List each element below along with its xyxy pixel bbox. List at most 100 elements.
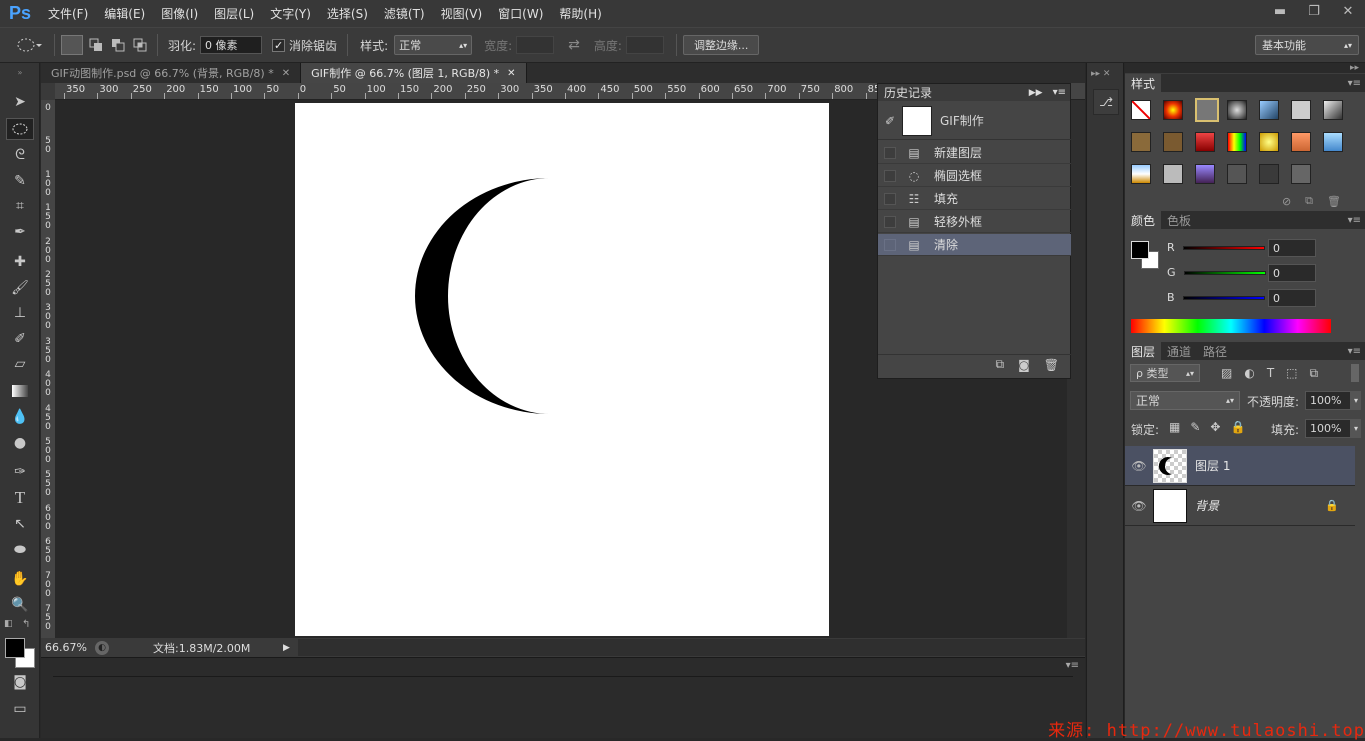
red-value[interactable]: 0 bbox=[1268, 239, 1316, 257]
move-tool-icon[interactable]: ➤ bbox=[6, 91, 34, 113]
menu-help[interactable]: 帮助(H) bbox=[551, 5, 609, 22]
blend-mode-select[interactable]: 正常 ▴▾ bbox=[1130, 391, 1240, 410]
pen-tool-icon[interactable]: ✑ bbox=[6, 461, 34, 483]
smart-object-filter-icon[interactable]: ⧉ bbox=[1310, 366, 1319, 381]
green-value[interactable]: 0 bbox=[1268, 264, 1316, 282]
history-panel-icon[interactable]: ⎇ bbox=[1093, 89, 1119, 115]
history-checkbox[interactable] bbox=[884, 192, 896, 205]
lasso-tool-icon[interactable]: ᘓ bbox=[6, 144, 34, 166]
status-arrow-icon[interactable]: ▶ bbox=[283, 643, 290, 653]
hand-tool-icon[interactable]: ✋ bbox=[6, 568, 34, 590]
panel-menu-icon[interactable]: ▾≡ bbox=[1348, 215, 1361, 226]
eraser-tool-icon[interactable]: ▱ bbox=[6, 353, 34, 375]
screen-mode-icon[interactable]: ▭ bbox=[6, 698, 34, 720]
menu-type[interactable]: 文字(Y) bbox=[262, 5, 319, 22]
blur-tool-icon[interactable]: 💧 bbox=[6, 406, 34, 428]
new-selection-icon[interactable] bbox=[61, 35, 83, 55]
new-document-from-state-icon[interactable]: ⧉ bbox=[996, 357, 1005, 372]
new-style-icon[interactable]: ⧉ bbox=[1305, 194, 1313, 208]
close-icon[interactable]: ✕ bbox=[1331, 0, 1365, 22]
history-brush-source-icon[interactable]: ✐ bbox=[878, 114, 902, 128]
history-checkbox[interactable] bbox=[884, 146, 896, 159]
style-swatch[interactable] bbox=[1291, 132, 1311, 152]
blue-value[interactable]: 0 bbox=[1268, 289, 1316, 307]
style-swatch[interactable] bbox=[1291, 164, 1311, 184]
close-icon[interactable]: ✕ bbox=[507, 68, 515, 79]
doc-tab-active[interactable]: GIF制作 @ 66.7% (图层 1, RGB/8) * ✕ bbox=[301, 63, 527, 83]
width-input[interactable] bbox=[516, 36, 555, 54]
channels-tab[interactable]: 通道 bbox=[1161, 342, 1197, 360]
style-swatch[interactable] bbox=[1323, 132, 1343, 152]
expand-icon[interactable]: ▶▶ bbox=[1029, 88, 1043, 98]
fill-input[interactable]: 100% bbox=[1305, 419, 1351, 438]
collapse-icon[interactable]: ▸▸ ✕ bbox=[1091, 69, 1110, 79]
swap-colors-icon[interactable]: ↰ bbox=[22, 619, 30, 630]
style-swatch[interactable] bbox=[1323, 100, 1343, 120]
chevron-down-icon[interactable]: ▾ bbox=[1351, 419, 1361, 438]
history-item-selected[interactable]: ▤ 清除 bbox=[878, 234, 1071, 256]
layer-filter-select[interactable]: ρ 类型 ▴▾ bbox=[1130, 364, 1200, 382]
style-swatch[interactable] bbox=[1163, 132, 1183, 152]
menu-window[interactable]: 窗口(W) bbox=[490, 5, 551, 22]
layer-row-selected[interactable]: 👁 图层 1 bbox=[1125, 446, 1355, 486]
quick-selection-tool-icon[interactable]: ✎ bbox=[6, 170, 34, 192]
color-tab[interactable]: 颜色 bbox=[1125, 211, 1162, 229]
swatches-tab[interactable]: 色板 bbox=[1161, 211, 1197, 229]
close-icon[interactable]: ✕ bbox=[282, 68, 290, 79]
lock-all-icon[interactable]: 🔒 bbox=[1230, 420, 1245, 434]
style-swatch-selected[interactable] bbox=[1195, 98, 1219, 122]
path-selection-tool-icon[interactable]: ↖ bbox=[6, 513, 34, 535]
type-tool-icon[interactable]: T bbox=[6, 487, 34, 509]
menu-filter[interactable]: 滤镜(T) bbox=[376, 5, 433, 22]
style-swatch[interactable] bbox=[1259, 132, 1279, 152]
document-canvas[interactable] bbox=[295, 103, 829, 636]
red-slider[interactable] bbox=[1182, 245, 1265, 250]
foreground-color-swatch[interactable] bbox=[5, 638, 25, 658]
workspace-select[interactable]: 基本功能 ▴▾ bbox=[1255, 35, 1359, 55]
zoom-tool-icon[interactable]: 🔍 bbox=[6, 594, 34, 616]
feather-input[interactable]: 0 像素 bbox=[200, 36, 263, 54]
style-swatch[interactable] bbox=[1163, 100, 1183, 120]
style-swatch[interactable] bbox=[1163, 164, 1183, 184]
history-item[interactable]: ▤ 轻移外框 bbox=[878, 211, 1071, 233]
style-swatch[interactable] bbox=[1195, 132, 1215, 152]
horizontal-scrollbar[interactable] bbox=[297, 639, 1085, 656]
panel-menu-icon[interactable]: ▾≡ bbox=[1348, 346, 1361, 357]
menu-view[interactable]: 视图(V) bbox=[433, 5, 491, 22]
style-swatch-none[interactable] bbox=[1131, 100, 1151, 120]
history-item[interactable]: ▤ 新建图层 bbox=[878, 142, 1071, 164]
crop-tool-icon[interactable]: ⌗ bbox=[6, 195, 34, 217]
refine-edge-button[interactable]: 调整边缘... bbox=[682, 35, 760, 55]
adjustment-filter-icon[interactable]: ◐ bbox=[1244, 366, 1254, 381]
panel-menu-icon[interactable]: ▾≡ bbox=[1066, 660, 1079, 671]
menu-edit[interactable]: 编辑(E) bbox=[96, 5, 153, 22]
eye-icon[interactable]: 👁 bbox=[1125, 499, 1153, 513]
menu-select[interactable]: 选择(S) bbox=[319, 5, 376, 22]
gradient-tool-icon[interactable] bbox=[6, 380, 34, 402]
style-swatch[interactable] bbox=[1131, 132, 1151, 152]
elliptical-marquee-tool-icon[interactable] bbox=[6, 118, 34, 140]
history-brush-tool-icon[interactable]: ✐ bbox=[6, 328, 34, 350]
add-selection-icon[interactable] bbox=[85, 35, 107, 55]
restore-icon[interactable]: ❐ bbox=[1297, 0, 1331, 22]
chevron-down-icon[interactable]: ▾ bbox=[1351, 391, 1361, 410]
foreground-color-swatch[interactable] bbox=[1131, 241, 1149, 259]
collapse-icon[interactable]: » bbox=[6, 67, 34, 77]
history-checkbox[interactable] bbox=[884, 238, 896, 251]
dodge-tool-icon[interactable]: ● bbox=[6, 432, 34, 454]
camera-icon[interactable]: ◙ bbox=[1018, 358, 1030, 372]
eye-icon[interactable]: 👁 bbox=[1125, 459, 1153, 473]
zoom-level[interactable]: 66.67% bbox=[41, 641, 93, 654]
history-checkbox[interactable] bbox=[884, 215, 896, 228]
type-filter-icon[interactable]: T bbox=[1267, 366, 1274, 381]
menu-layer[interactable]: 图层(L) bbox=[206, 5, 262, 22]
clear-style-icon[interactable]: ⊘ bbox=[1282, 195, 1291, 208]
eyedropper-tool-icon[interactable]: ✒ bbox=[6, 221, 34, 243]
green-slider[interactable] bbox=[1183, 270, 1266, 275]
lock-position-icon[interactable]: ✥ bbox=[1210, 420, 1220, 434]
style-swatch[interactable] bbox=[1259, 164, 1279, 184]
lock-transparent-icon[interactable]: ▦ bbox=[1169, 420, 1180, 434]
history-item[interactable]: ◌ 椭圆选框 bbox=[878, 165, 1071, 187]
quick-mask-icon[interactable]: ◙ bbox=[6, 671, 34, 693]
minimize-icon[interactable]: ▬ bbox=[1263, 0, 1297, 22]
